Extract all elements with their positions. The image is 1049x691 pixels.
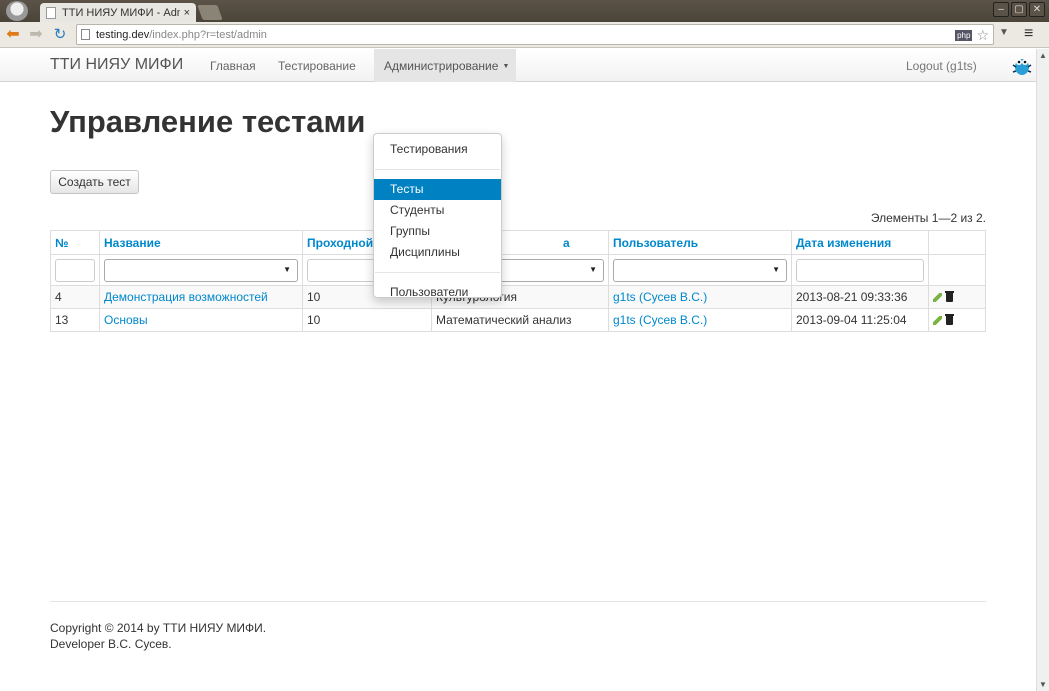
site-navbar: ТТИ НИЯУ МИФИ Главная Тестирование Админ… — [0, 49, 1036, 82]
nav-testing[interactable]: Тестирование — [278, 59, 356, 73]
window-controls: – ▢ ✕ — [993, 2, 1045, 17]
menu-item-disciplines[interactable]: Дисциплины — [374, 242, 501, 263]
filter-id-input[interactable] — [55, 258, 95, 282]
select-arrow-icon: ▼ — [772, 264, 780, 274]
menu-item-groups[interactable]: Группы — [374, 221, 501, 242]
close-tab-icon[interactable]: × — [184, 7, 190, 19]
tests-grid: № Название Проходной а Пользователь Дата… — [50, 230, 986, 332]
table-row: 4 Демонстрация возможностей 10 Культурол… — [50, 285, 986, 309]
create-test-button[interactable]: Создать тест — [50, 170, 139, 194]
test-name-link[interactable]: Основы — [104, 313, 148, 327]
scroll-up-icon[interactable]: ▲ — [1039, 51, 1047, 60]
admin-dropdown-menu: Тестирования Тесты Студенты Группы Дисци… — [373, 133, 502, 299]
col-id-header[interactable]: № — [50, 230, 100, 255]
footer-developer: Developer В.С. Сусев. — [50, 637, 172, 651]
delete-trash-icon[interactable] — [945, 291, 954, 303]
php-extension-icon[interactable]: php — [955, 30, 973, 41]
filter-date-input[interactable] — [796, 258, 924, 282]
cell-pass: 10 — [302, 308, 432, 332]
restore-button[interactable]: ▢ — [1011, 2, 1027, 17]
logout-link[interactable]: Logout (g1ts) — [906, 59, 977, 73]
browser-menu-icon[interactable]: ≡ — [1024, 25, 1033, 43]
url-host: testing.dev — [96, 28, 150, 41]
scroll-down-icon[interactable]: ▼ — [1039, 680, 1047, 689]
nav-admin-label: Администрирование — [384, 59, 499, 73]
window-titlebar: ТТИ НИЯУ МИФИ - Adm × – ▢ ✕ — [0, 0, 1049, 22]
address-bar[interactable]: testing.dev/index.php?r=test/admin php ☆ — [76, 24, 994, 45]
edit-pencil-icon[interactable] — [933, 293, 942, 303]
cell-date: 2013-08-21 09:33:36 — [791, 285, 929, 309]
user-link[interactable]: g1ts (Сусев В.С.) — [613, 313, 707, 327]
footer-divider — [50, 601, 986, 602]
caret-down-icon: ▼ — [502, 63, 510, 71]
alien-app-icon[interactable] — [6, 1, 28, 21]
browser-toolbar: ⬅ ➡ ↻ testing.dev/index.php?r=test/admin… — [0, 22, 1049, 48]
col-user-header[interactable]: Пользователь — [608, 230, 792, 255]
url-path: /index.php?r=test/admin — [149, 28, 267, 41]
footer-copyright: Copyright © 2014 by ТТИ НИЯУ МИФИ. — [50, 621, 267, 635]
filter-empty-cell — [928, 254, 986, 286]
filter-user-select[interactable]: ▼ — [613, 258, 787, 282]
page-viewport: ТТИ НИЯУ МИФИ Главная Тестирование Админ… — [0, 49, 1036, 691]
page-title: Управление тестами — [50, 104, 366, 139]
minimize-button[interactable]: – — [993, 2, 1009, 17]
close-window-button[interactable]: ✕ — [1029, 2, 1045, 17]
page-icon — [81, 29, 90, 40]
filter-row: ▼ ▼ ▼ — [50, 254, 986, 286]
menu-item-tests[interactable]: Тесты — [374, 179, 501, 200]
nav-admin-dropdown-toggle[interactable]: Администрирование ▼ — [374, 49, 516, 82]
menu-divider — [375, 169, 500, 170]
select-arrow-icon: ▼ — [283, 264, 291, 274]
extension-dropdown-icon[interactable]: ▼ — [999, 27, 1009, 38]
footer: Copyright © 2014 by ТТИ НИЯУ МИФИ. Devel… — [50, 620, 266, 652]
menu-item-students[interactable]: Студенты — [374, 200, 501, 221]
cell-discipline: Математический анализ — [431, 308, 609, 332]
cell-id: 4 — [50, 285, 100, 309]
test-name-link[interactable]: Демонстрация возможностей — [104, 290, 268, 304]
bug-mascot-icon — [1012, 59, 1032, 75]
bookmark-star-icon[interactable]: ☆ — [976, 27, 989, 44]
row-actions — [928, 285, 986, 309]
menu-divider — [375, 272, 500, 273]
col-actions-header — [928, 230, 986, 255]
user-link[interactable]: g1ts (Сусев В.С.) — [613, 290, 707, 304]
select-arrow-icon: ▼ — [589, 264, 597, 274]
table-row: 13 Основы 10 Математический анализ g1ts … — [50, 308, 986, 332]
edit-pencil-icon[interactable] — [933, 316, 942, 326]
cell-id: 13 — [50, 308, 100, 332]
site-brand[interactable]: ТТИ НИЯУ МИФИ — [50, 56, 183, 74]
col-date-header[interactable]: Дата изменения — [791, 230, 929, 255]
page-icon — [46, 6, 56, 19]
new-tab-button[interactable] — [197, 5, 223, 20]
browser-tab[interactable]: ТТИ НИЯУ МИФИ - Adm × — [40, 3, 196, 22]
reload-icon[interactable]: ↻ — [51, 26, 69, 44]
menu-item-testings[interactable]: Тестирования — [374, 139, 501, 160]
delete-trash-icon[interactable] — [945, 314, 954, 326]
back-arrow-icon[interactable]: ⬅ — [4, 26, 22, 44]
col-name-header[interactable]: Название — [99, 230, 303, 255]
nav-home[interactable]: Главная — [210, 59, 256, 73]
filter-name-select[interactable]: ▼ — [104, 258, 298, 282]
menu-item-users[interactable]: Пользователи — [374, 282, 501, 303]
tab-title: ТТИ НИЯУ МИФИ - Adm — [62, 6, 180, 19]
grid-header-row: № Название Проходной а Пользователь Дата… — [50, 230, 986, 255]
row-actions — [928, 308, 986, 332]
cell-date: 2013-09-04 11:25:04 — [791, 308, 929, 332]
forward-arrow-icon[interactable]: ➡ — [27, 26, 45, 44]
page-scrollbar[interactable]: ▲ ▼ — [1036, 49, 1049, 691]
